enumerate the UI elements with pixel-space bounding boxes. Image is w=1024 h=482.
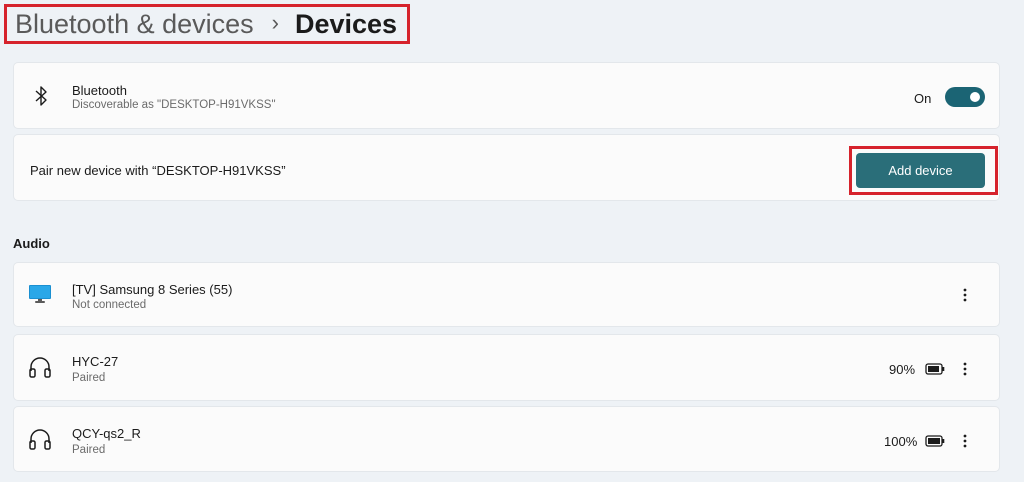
battery-icon: [925, 435, 945, 447]
device-name: HYC-27: [72, 354, 119, 369]
bluetooth-icon: [32, 85, 50, 107]
device-status: Not connected: [72, 299, 147, 311]
bluetooth-card: Bluetooth Discoverable as "DESKTOP-H91VK…: [13, 62, 1000, 129]
bluetooth-title: Bluetooth: [72, 83, 127, 98]
device-name: [TV] Samsung 8 Series (55): [72, 282, 233, 297]
more-options-icon[interactable]: [959, 431, 971, 451]
tv-icon: [28, 283, 52, 305]
more-options-icon[interactable]: [959, 359, 971, 379]
more-options-icon[interactable]: [959, 285, 971, 305]
pair-device-label: Pair new device with “DESKTOP-H91VKSS”: [30, 163, 286, 178]
battery-percentage: 100%: [884, 434, 918, 449]
battery-percentage: 90%: [889, 362, 916, 377]
breadcrumb-parent-link[interactable]: Bluetooth & devices: [15, 9, 254, 40]
battery-icon: [925, 363, 945, 375]
toggle-knob: [970, 92, 980, 102]
bluetooth-toggle-label: On: [914, 91, 932, 106]
breadcrumb-separator: ›: [271, 10, 279, 35]
breadcrumb: Bluetooth & devices › Devices: [4, 4, 410, 44]
device-row[interactable]: [TV] Samsung 8 Series (55) Not connected: [13, 262, 1000, 327]
add-device-highlight: Add device: [849, 146, 998, 195]
device-name: QCY-qs2_R: [72, 426, 141, 441]
add-device-button[interactable]: Add device: [856, 153, 985, 188]
device-status: Paired: [72, 372, 106, 384]
device-row[interactable]: QCY-qs2_R Paired 100%: [13, 406, 1000, 472]
audio-section-header: Audio: [13, 236, 50, 251]
headphones-icon: [28, 355, 52, 379]
bluetooth-subtitle: Discoverable as "DESKTOP-H91VKSS": [72, 99, 276, 111]
page-title: Devices: [294, 8, 398, 39]
device-row[interactable]: HYC-27 Paired 90%: [13, 334, 1000, 401]
bluetooth-toggle[interactable]: [945, 87, 985, 107]
headphones-icon: [28, 427, 52, 451]
device-status: Paired: [72, 444, 106, 456]
